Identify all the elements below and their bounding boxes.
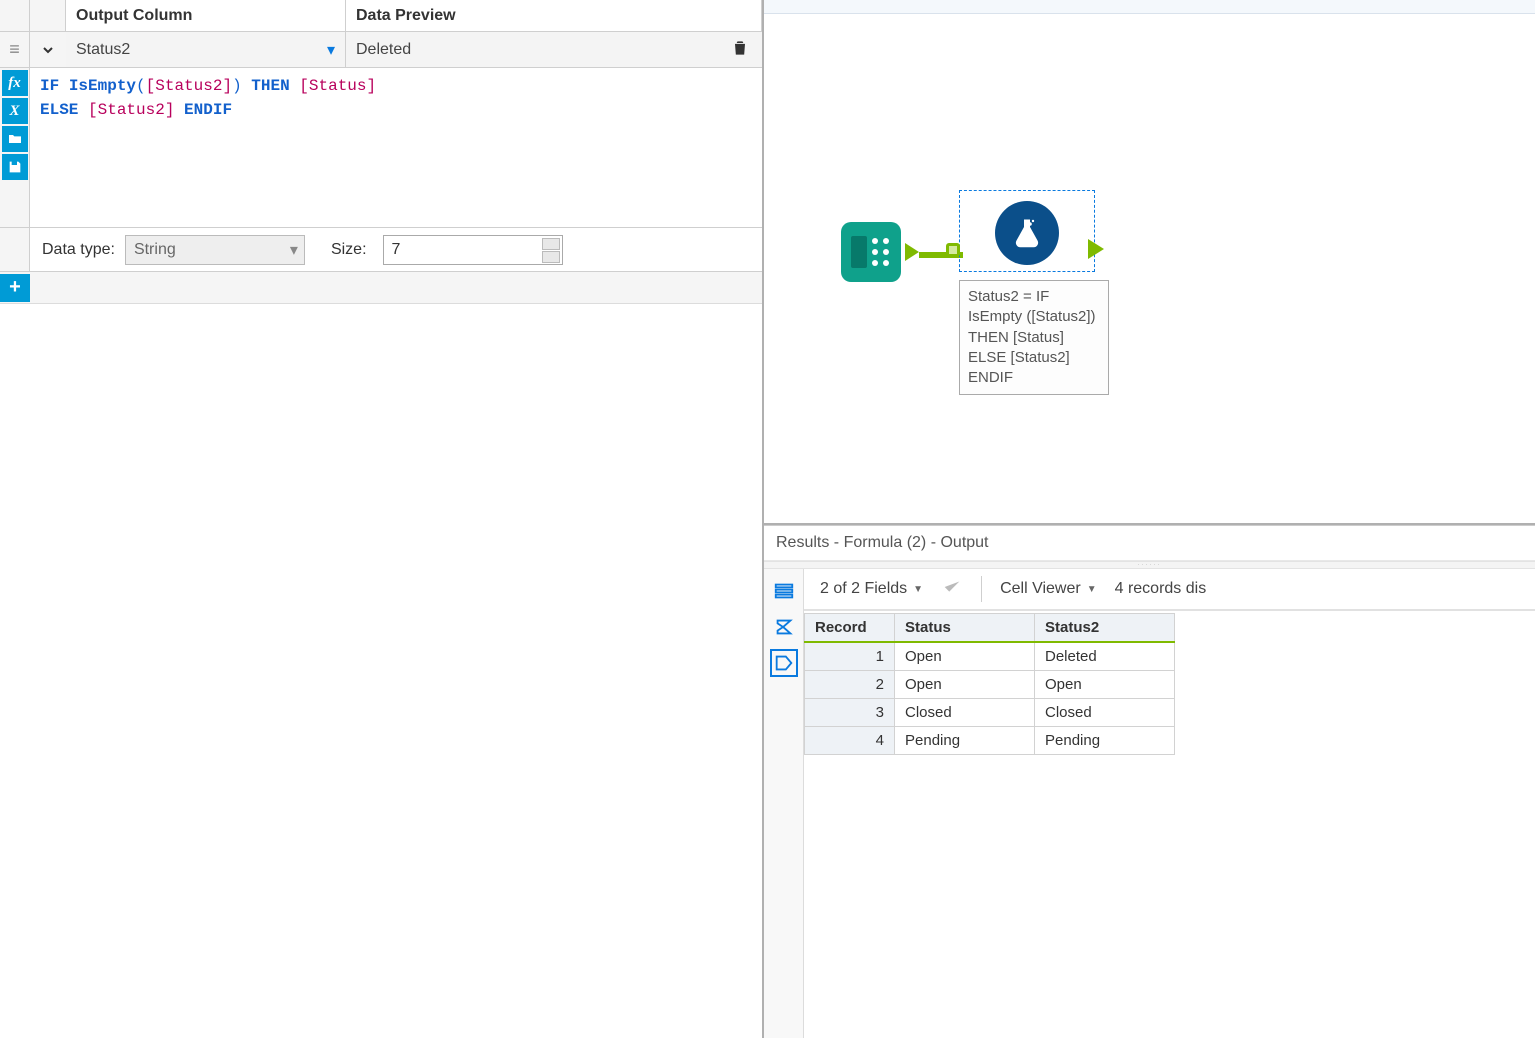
data-type-select[interactable]: String ▾ bbox=[125, 235, 305, 265]
rows-icon bbox=[773, 580, 795, 602]
table-cell[interactable]: Pending bbox=[1035, 727, 1175, 755]
size-spinner[interactable] bbox=[542, 238, 560, 263]
header-data-preview: Data Preview bbox=[346, 0, 762, 31]
fields-summary[interactable]: 2 of 2 Fields bbox=[820, 580, 907, 598]
table-cell[interactable]: Closed bbox=[1035, 699, 1175, 727]
add-expression-button[interactable]: + bbox=[0, 274, 30, 302]
trash-icon bbox=[730, 38, 750, 58]
config-header-row: Output Column Data Preview bbox=[0, 0, 762, 32]
row-menu-icon[interactable]: ≡ bbox=[0, 32, 30, 67]
config-gutter-1 bbox=[0, 0, 30, 31]
table-cell[interactable]: Open bbox=[895, 671, 1035, 699]
right-panel: Status2 = IF IsEmpty ([Status2]) THEN [S… bbox=[764, 0, 1535, 1038]
formula-editor-row: fx X IF IsEmpty([Status2]) THEN [Status]… bbox=[0, 68, 762, 228]
records-summary: 4 records dis bbox=[1115, 580, 1207, 598]
apply-check-button[interactable] bbox=[941, 576, 963, 603]
add-expression-row: + bbox=[0, 272, 762, 304]
input-anchor[interactable] bbox=[946, 243, 960, 257]
open-folder-button[interactable] bbox=[2, 126, 28, 152]
input-tool-node[interactable] bbox=[839, 220, 903, 284]
editor-toolbar: fx X bbox=[0, 68, 30, 227]
results-view-sum-button[interactable] bbox=[770, 613, 798, 641]
table-cell[interactable]: Closed bbox=[895, 699, 1035, 727]
table-cell[interactable]: Deleted bbox=[1035, 642, 1175, 671]
cell-viewer-dropdown-icon[interactable]: ▼ bbox=[1087, 584, 1097, 595]
header-output-column: Output Column bbox=[66, 0, 346, 31]
table-cell[interactable]: 3 bbox=[805, 699, 895, 727]
fx-functions-button[interactable]: fx bbox=[2, 70, 28, 96]
table-cell[interactable]: Open bbox=[1035, 671, 1175, 699]
output-anchor-icon bbox=[773, 652, 795, 674]
save-icon bbox=[7, 159, 23, 175]
table-cell[interactable]: Open bbox=[895, 642, 1035, 671]
folder-open-icon bbox=[7, 131, 23, 147]
column-header[interactable]: Record bbox=[805, 614, 895, 643]
config-gutter-2 bbox=[30, 0, 66, 31]
data-preview-value: Deleted bbox=[356, 41, 411, 59]
results-grip-handle[interactable]: ······ bbox=[764, 561, 1535, 569]
table-row[interactable]: 4PendingPending bbox=[805, 727, 1175, 755]
size-value: 7 bbox=[392, 241, 401, 259]
column-header[interactable]: Status2 bbox=[1035, 614, 1175, 643]
results-title: Results - Formula (2) - Output bbox=[764, 526, 1535, 561]
table-row[interactable]: 3ClosedClosed bbox=[805, 699, 1175, 727]
table-row[interactable]: 1OpenDeleted bbox=[805, 642, 1175, 671]
table-cell[interactable]: 1 bbox=[805, 642, 895, 671]
delete-button[interactable] bbox=[730, 38, 750, 63]
config-value-row: ≡ Status2 ▾ Deleted bbox=[0, 32, 762, 68]
canvas-ruler bbox=[764, 0, 1535, 14]
results-table[interactable]: RecordStatusStatus21OpenDeleted2OpenOpen… bbox=[804, 613, 1175, 755]
x-variables-button[interactable]: X bbox=[2, 98, 28, 124]
fields-dropdown-icon[interactable]: ▼ bbox=[913, 584, 923, 595]
results-view-rows-button[interactable] bbox=[770, 577, 798, 605]
dropdown-arrow-icon: ▾ bbox=[327, 40, 335, 60]
data-type-row: Data type: String ▾ Size: 7 bbox=[0, 228, 762, 272]
table-cell[interactable]: Pending bbox=[895, 727, 1035, 755]
type-gutter bbox=[0, 228, 30, 271]
output-column-value: Status2 bbox=[76, 41, 130, 59]
workflow-canvas[interactable]: Status2 = IF IsEmpty ([Status2]) THEN [S… bbox=[764, 0, 1535, 525]
sigma-icon bbox=[773, 616, 795, 638]
save-button[interactable] bbox=[2, 154, 28, 180]
table-cell[interactable]: 2 bbox=[805, 671, 895, 699]
formula-tool-node[interactable]: Status2 = IF IsEmpty ([Status2]) THEN [S… bbox=[959, 190, 1109, 395]
chevron-down-icon bbox=[40, 42, 56, 58]
collapse-toggle[interactable] bbox=[30, 32, 66, 67]
column-header[interactable]: Status bbox=[895, 614, 1035, 643]
input-tool-icon bbox=[841, 222, 901, 282]
cell-viewer-label[interactable]: Cell Viewer bbox=[1000, 580, 1081, 598]
data-type-label: Data type: bbox=[30, 241, 125, 259]
results-view-output-button[interactable] bbox=[770, 649, 798, 677]
formula-config-panel: Output Column Data Preview ≡ Status2 ▾ D… bbox=[0, 0, 764, 1038]
output-column-select[interactable]: Status2 ▾ bbox=[66, 32, 346, 67]
table-cell[interactable]: 4 bbox=[805, 727, 895, 755]
data-type-value: String bbox=[134, 241, 176, 259]
check-icon bbox=[941, 576, 963, 598]
results-panel: Results - Formula (2) - Output ······ bbox=[764, 525, 1535, 1038]
data-preview-value-cell: Deleted bbox=[346, 32, 762, 67]
size-input[interactable]: 7 bbox=[383, 235, 563, 265]
output-anchor[interactable] bbox=[1088, 239, 1104, 259]
results-toolbar: 2 of 2 Fields ▼ Cell Viewer ▼ 4 records … bbox=[804, 569, 1535, 611]
formula-tool-icon bbox=[995, 201, 1059, 265]
toolbar-separator bbox=[981, 576, 982, 602]
size-label: Size: bbox=[319, 241, 377, 259]
results-sidebar bbox=[764, 569, 804, 1038]
flask-icon bbox=[1009, 215, 1045, 251]
table-row[interactable]: 2OpenOpen bbox=[805, 671, 1175, 699]
output-anchor[interactable] bbox=[905, 243, 919, 261]
tool-annotation: Status2 = IF IsEmpty ([Status2]) THEN [S… bbox=[959, 280, 1109, 395]
formula-expression-editor[interactable]: IF IsEmpty([Status2]) THEN [Status] ELSE… bbox=[30, 68, 762, 227]
dropdown-arrow-icon: ▾ bbox=[290, 240, 298, 260]
